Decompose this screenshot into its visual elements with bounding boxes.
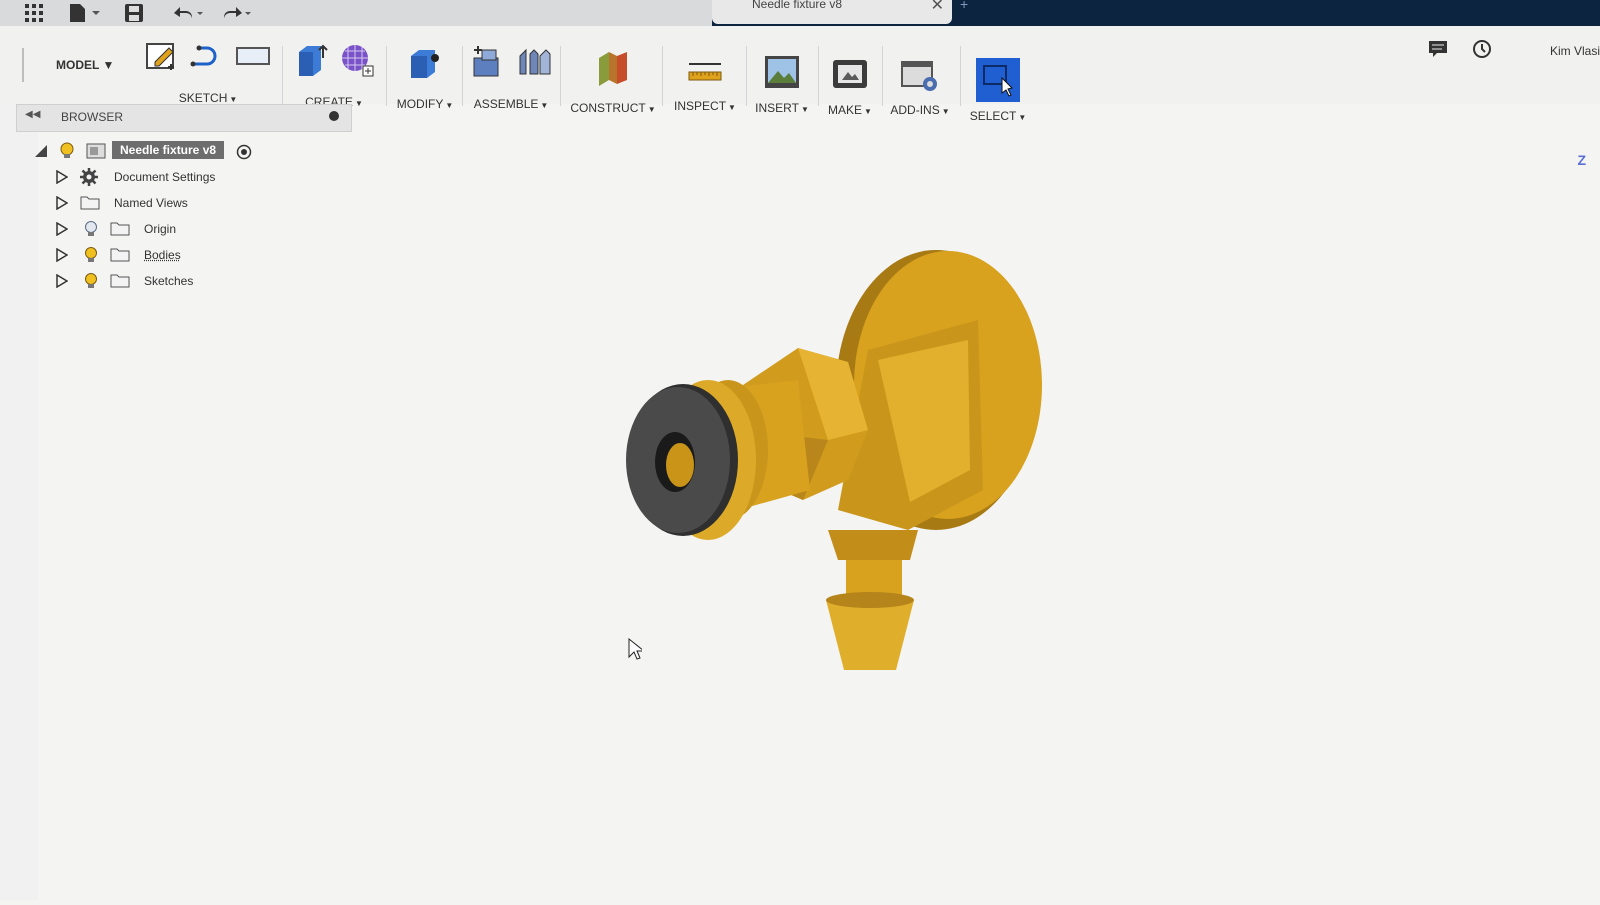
browser-panel-header: ◀◀ BROWSER bbox=[16, 104, 352, 132]
3d-print-icon[interactable] bbox=[831, 56, 869, 97]
document-tab-bar: Needle fixture v8 ✕ + bbox=[712, 0, 1600, 26]
user-name[interactable]: Kim Vlasi bbox=[1550, 44, 1600, 58]
press-pull-icon[interactable] bbox=[405, 44, 445, 85]
chevron-down-icon: ▼ bbox=[728, 103, 736, 112]
browser-title: BROWSER bbox=[61, 110, 124, 124]
file-menu-icon[interactable] bbox=[68, 3, 102, 28]
divider bbox=[560, 46, 561, 106]
make-group-label: MAKE bbox=[828, 103, 863, 117]
modify-group-label: MODIFY bbox=[396, 97, 444, 111]
offset-plane-icon[interactable] bbox=[593, 48, 633, 91]
new-tab-icon[interactable]: + bbox=[960, 0, 968, 12]
create-sketch-icon[interactable] bbox=[145, 40, 179, 77]
new-component-icon[interactable] bbox=[470, 44, 506, 85]
chevron-down-icon: ▼ bbox=[540, 101, 549, 110]
apps-grid-icon[interactable] bbox=[24, 3, 44, 28]
insert-group[interactable]: INSERT ▼ bbox=[750, 54, 814, 115]
divider bbox=[462, 46, 463, 106]
addins-group-label: ADD-INS bbox=[890, 103, 940, 117]
collapse-browser-icon[interactable]: ◀◀ bbox=[25, 109, 40, 120]
chevron-down-icon: ▼ bbox=[445, 101, 454, 110]
app-bar: Needle fixture v8 ✕ + bbox=[0, 0, 1600, 27]
rectangle-icon[interactable] bbox=[235, 40, 271, 77]
chevron-down-icon: ▼ bbox=[1018, 113, 1027, 122]
form-icon[interactable] bbox=[339, 42, 375, 83]
chevron-down-icon: ▼ bbox=[800, 105, 809, 114]
construct-group-label: CONSTRUCT bbox=[570, 101, 646, 115]
arc-icon[interactable] bbox=[189, 40, 225, 77]
insert-canvas-icon[interactable] bbox=[763, 54, 801, 95]
chevron-down-icon: ▼ bbox=[102, 58, 115, 72]
browser-pin-icon[interactable] bbox=[329, 111, 339, 121]
joint-icon[interactable] bbox=[516, 44, 552, 85]
notifications-icon[interactable] bbox=[1428, 40, 1448, 63]
chevron-down-icon: ▼ bbox=[647, 105, 656, 114]
addins-group[interactable]: ADD-INS ▼ bbox=[884, 58, 956, 117]
create-group[interactable]: CREATE ▼ bbox=[286, 42, 382, 109]
construct-group[interactable]: CONSTRUCT ▼ bbox=[568, 48, 658, 115]
3d-viewport[interactable] bbox=[38, 130, 1600, 900]
close-tab-icon[interactable]: ✕ bbox=[931, 0, 944, 18]
chevron-down-icon: ▼ bbox=[229, 95, 238, 104]
chevron-down-icon: ▼ bbox=[864, 107, 872, 116]
redo-icon[interactable] bbox=[218, 3, 254, 28]
needle-fixture-model[interactable] bbox=[38, 130, 1600, 900]
select-group[interactable]: SELECT ▼ bbox=[962, 58, 1034, 123]
select-icon[interactable] bbox=[976, 58, 1020, 107]
left-edge-strip bbox=[0, 104, 38, 900]
divider bbox=[746, 46, 747, 106]
divider bbox=[960, 46, 961, 106]
mouse-cursor-icon bbox=[628, 637, 646, 665]
divider bbox=[662, 46, 663, 106]
modify-group[interactable]: MODIFY ▼ bbox=[390, 44, 460, 111]
extrude-icon[interactable] bbox=[293, 42, 329, 83]
sketch-group-label: SKETCH bbox=[178, 91, 228, 105]
divider bbox=[818, 46, 819, 106]
assemble-group-label: ASSEMBLE bbox=[473, 97, 539, 111]
select-group-label: SELECT bbox=[969, 109, 1017, 123]
insert-group-label: INSERT bbox=[755, 101, 799, 115]
inspect-group[interactable]: INSPECT ▼ bbox=[670, 58, 740, 113]
divider bbox=[386, 46, 387, 106]
make-group[interactable]: MAKE ▼ bbox=[820, 56, 880, 117]
scripts-addins-icon[interactable] bbox=[900, 58, 940, 99]
ribbon-grip bbox=[22, 48, 24, 82]
chevron-down-icon: ▼ bbox=[941, 107, 950, 116]
inspect-group-label: INSPECT bbox=[674, 99, 727, 113]
workspace-label: MODEL bbox=[56, 58, 100, 72]
viewcube-axis-label[interactable]: Z bbox=[1577, 152, 1586, 168]
undo-icon[interactable] bbox=[170, 3, 206, 28]
measure-icon[interactable] bbox=[685, 58, 725, 93]
assemble-group[interactable]: ASSEMBLE ▼ bbox=[466, 44, 556, 111]
document-tab-title: Needle fixture v8 bbox=[752, 0, 843, 11]
workspace-switcher[interactable]: MODEL ▼ bbox=[56, 58, 114, 72]
save-icon[interactable] bbox=[124, 3, 144, 28]
sketch-group[interactable]: SKETCH ▼ bbox=[140, 40, 276, 105]
job-status-icon[interactable] bbox=[1472, 39, 1492, 64]
divider bbox=[882, 46, 883, 106]
document-tab[interactable]: Needle fixture v8 ✕ bbox=[712, 0, 952, 24]
divider bbox=[282, 46, 283, 106]
chevron-down-icon: ▼ bbox=[354, 99, 363, 108]
